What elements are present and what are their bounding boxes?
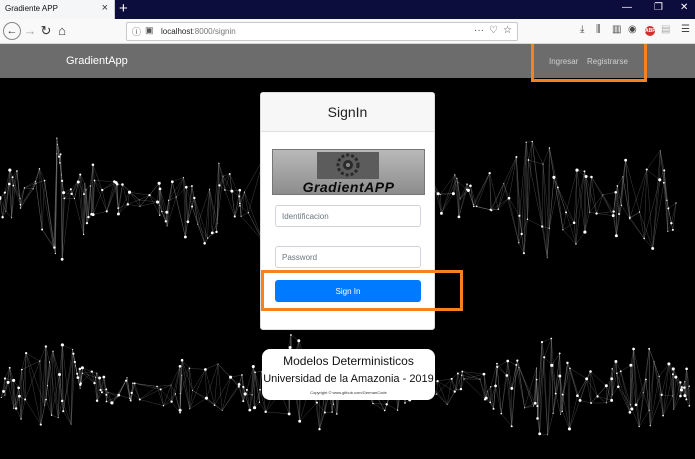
tab-close-icon[interactable]: × <box>102 2 108 14</box>
url-host: localhost <box>161 27 193 36</box>
footer-copyright: Copyright © www.github.com/GermanCode <box>310 390 387 395</box>
footer-title: Modelos Deterministicos <box>283 354 414 368</box>
highlight-box-signin <box>261 270 463 311</box>
card-header: SignIn <box>261 93 434 132</box>
footer-subtitle: Universidad de la Amazonia - 2019 <box>263 373 434 385</box>
back-arrow-icon[interactable]: ← <box>3 22 21 40</box>
page-icon[interactable]: ▤ <box>661 24 670 35</box>
url-text[interactable]: localhost:8000/signin <box>161 27 236 36</box>
browser-tab-bar: Gradiente APP × + — ❐ ✕ <box>0 0 695 19</box>
logo-text: GradientAPP <box>302 179 395 195</box>
new-tab-button[interactable]: + <box>119 0 128 18</box>
url-path: :8000/signin <box>192 27 236 36</box>
adblock-icon[interactable]: ABP <box>645 26 656 36</box>
reader-icon[interactable]: ▥ <box>612 24 621 35</box>
identificacion-input[interactable] <box>275 205 421 227</box>
page-content: GradientApp Ingresar Registrarse SignIn … <box>0 44 695 459</box>
maximize-button[interactable]: ❐ <box>654 2 663 13</box>
browser-toolbar: ← → ↻ ⌂ ⓘ ▣ localhost:8000/signin ··· ♡ … <box>0 19 695 44</box>
browser-tab[interactable]: Gradiente APP × <box>0 0 115 19</box>
download-icon[interactable]: ⤓ <box>580 24 584 35</box>
url-bar[interactable]: ⓘ ▣ localhost:8000/signin ··· ♡ ☆ <box>126 22 518 41</box>
home-icon[interactable]: ⌂ <box>53 22 71 40</box>
pocket-icon[interactable]: ♡ <box>489 25 498 36</box>
tab-title: Gradiente APP <box>5 4 58 13</box>
highlight-box-nav <box>531 44 647 82</box>
close-window-button[interactable]: ✕ <box>680 2 688 13</box>
footer-card: Modelos Deterministicos Universidad de l… <box>262 349 435 400</box>
account-icon[interactable]: ◉ <box>628 24 637 35</box>
library-icon[interactable]: ⫼ <box>596 24 601 35</box>
star-icon[interactable]: ☆ <box>503 25 512 36</box>
minimize-button[interactable]: — <box>622 2 632 13</box>
menu-icon[interactable]: ☰ <box>681 24 690 35</box>
lock-icon: ▣ <box>145 25 154 35</box>
gear-icon <box>317 152 379 179</box>
app-logo: GradientAPP <box>272 149 425 195</box>
page-actions-icon[interactable]: ··· <box>474 25 484 36</box>
info-icon[interactable]: ⓘ <box>132 25 141 38</box>
brand-link[interactable]: GradientApp <box>66 55 128 67</box>
password-input[interactable] <box>275 246 421 268</box>
card-title: SignIn <box>327 104 368 120</box>
